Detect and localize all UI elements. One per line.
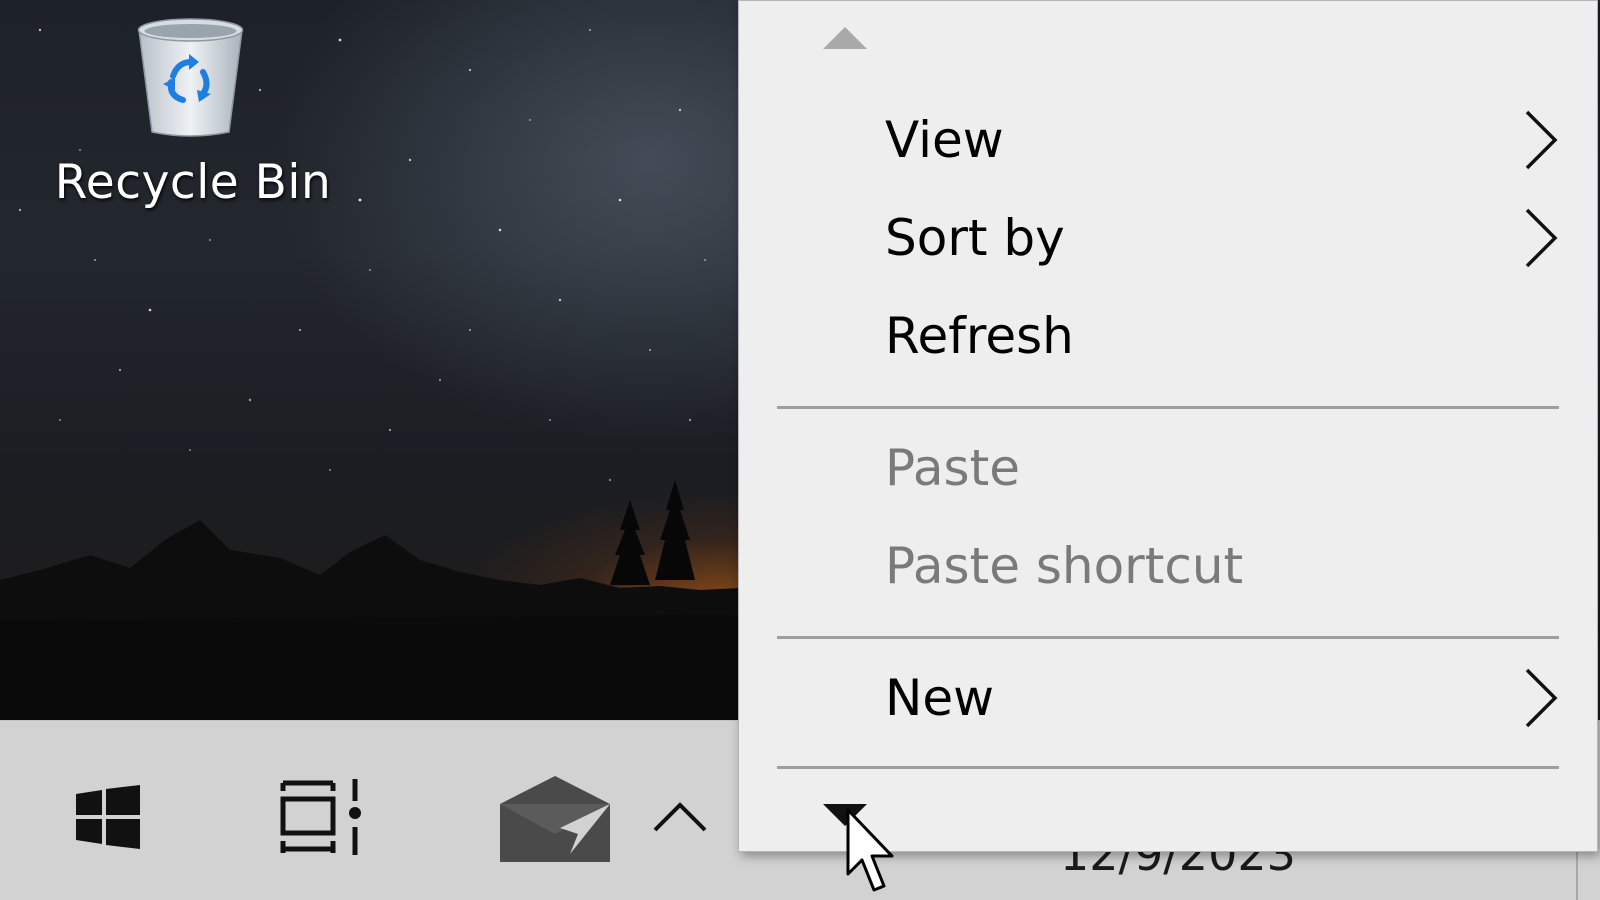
menu-item-label: Paste shortcut bbox=[885, 537, 1244, 595]
menu-item-label: Refresh bbox=[885, 307, 1074, 365]
chevron-right-icon bbox=[1525, 668, 1558, 728]
desktop-icon-recycle-bin[interactable]: Recycle Bin bbox=[40, 10, 350, 220]
mail-button[interactable] bbox=[490, 769, 620, 869]
mail-icon bbox=[500, 776, 610, 862]
recycle-bin-label: Recycle Bin bbox=[54, 155, 332, 210]
menu-separator bbox=[777, 636, 1559, 639]
menu-item-paste: Paste bbox=[739, 425, 1597, 511]
chevron-right-icon bbox=[1525, 110, 1558, 170]
menu-item-label: View bbox=[885, 111, 1004, 169]
menu-item-view[interactable]: View bbox=[739, 97, 1597, 183]
chevron-up-icon bbox=[653, 802, 707, 832]
windows-logo-icon bbox=[76, 785, 140, 849]
menu-item-label: New bbox=[885, 669, 995, 727]
menu-item-paste-shortcut: Paste shortcut bbox=[739, 523, 1597, 609]
start-button[interactable] bbox=[60, 769, 156, 865]
menu-item-label: Paste bbox=[885, 439, 1020, 497]
menu-item-label: Sort by bbox=[885, 209, 1065, 267]
recycle-bin-icon bbox=[137, 18, 243, 137]
task-view-button[interactable] bbox=[270, 767, 370, 867]
menu-separator bbox=[777, 406, 1559, 409]
task-view-icon bbox=[280, 779, 361, 855]
taskbar-divider bbox=[1576, 851, 1578, 900]
menu-item-sort-by[interactable]: Sort by bbox=[739, 195, 1597, 281]
menu-separator bbox=[777, 766, 1559, 769]
mountain-silhouette bbox=[0, 480, 740, 720]
scroll-up-arrow-icon[interactable] bbox=[823, 27, 867, 49]
menu-item-refresh[interactable]: Refresh bbox=[739, 293, 1597, 379]
desktop-context-menu: View Sort by Refresh Paste Paste shortcu… bbox=[738, 0, 1598, 852]
menu-item-new[interactable]: New bbox=[739, 655, 1597, 741]
show-hidden-icons-button[interactable] bbox=[640, 781, 720, 851]
chevron-right-icon bbox=[1525, 208, 1558, 268]
mouse-cursor-icon bbox=[846, 808, 894, 892]
